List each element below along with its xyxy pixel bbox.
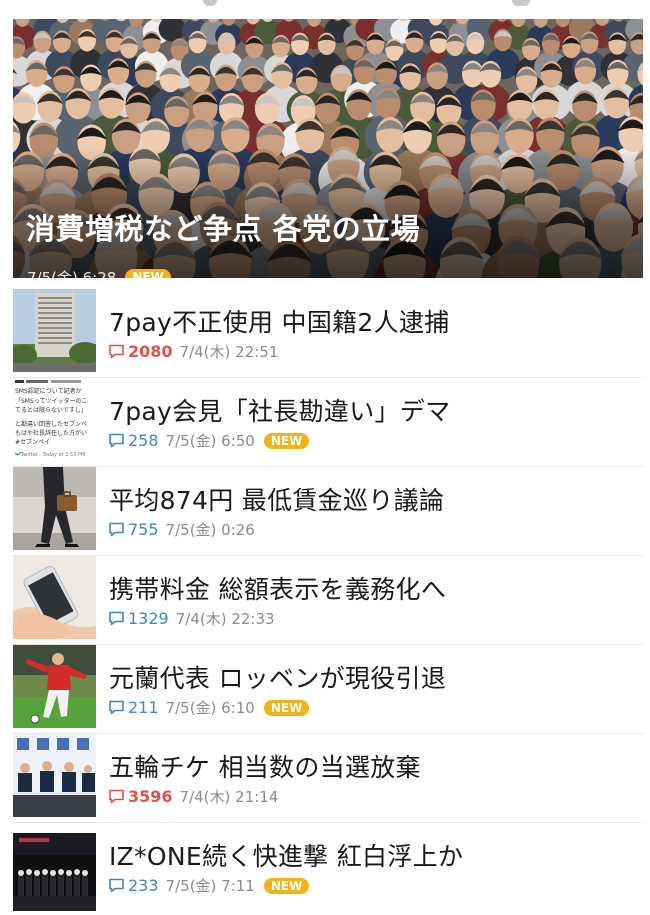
timestamp: 7/5(金) 0:26 — [165, 521, 255, 539]
new-badge: NEW — [263, 432, 310, 449]
hero-meta: 7/5(金) 6:28 NEW — [27, 267, 171, 278]
timestamp: 7/5(金) 7:11 — [165, 877, 255, 895]
new-badge: NEW — [263, 699, 310, 716]
tweet-line: もはや社長辞任した方がい — [15, 429, 87, 437]
comment-icon — [109, 433, 124, 448]
tweet-line: 「SMSってツイッターのこ — [15, 397, 88, 405]
hero-timestamp: 7/5(金) 6:28 — [27, 269, 117, 278]
soccer-player-icon — [13, 645, 96, 728]
tab-icon-stub — [512, 0, 530, 6]
news-meta: 755 7/5(金) 0:26 — [108, 519, 255, 540]
businessman-walking-icon — [13, 467, 96, 550]
news-meta: 233 7/5(金) 7:11 NEW — [108, 875, 310, 896]
comment-icon — [109, 700, 124, 715]
news-title: 平均874円 最低賃金巡り議論 — [109, 486, 445, 515]
thumbnail — [13, 289, 96, 372]
tweet-line: てるとは限らないですし」 — [15, 406, 87, 414]
comment-count: 233 — [128, 876, 159, 895]
news-meta: 211 7/5(金) 6:10 NEW — [108, 697, 310, 718]
tweet-line: と勘違い回答したセブンペ — [15, 420, 87, 428]
news-meta: 1329 7/4(木) 22:33 — [108, 608, 275, 629]
thumbnail — [13, 645, 96, 728]
smartphone-hand-icon — [13, 556, 96, 639]
news-item[interactable]: IZ*ONE続く快進撃 紅白浮上か 233 7/5(金) 7:11 NEW — [13, 823, 643, 915]
thumbnail — [13, 833, 96, 911]
news-meta: 258 7/5(金) 6:50 NEW — [108, 430, 310, 451]
comment-count: 755 — [128, 520, 159, 539]
news-item[interactable]: SMS認証について記者か 「SMSってツイッターのこ てるとは限らないですし」 … — [13, 378, 643, 467]
news-item[interactable]: 平均874円 最低賃金巡り議論 755 7/5(金) 0:26 — [13, 467, 643, 556]
timestamp: 7/5(金) 6:10 — [165, 699, 255, 717]
comment-count: 211 — [128, 698, 159, 717]
news-title: 五輪チケ 相当数の当選放棄 — [109, 753, 421, 782]
news-title: 7pay会見「社長勘違い」デマ — [109, 397, 451, 426]
thumbnail — [13, 734, 96, 817]
timestamp: 7/4(木) 22:33 — [175, 610, 275, 628]
thumbnail — [13, 467, 96, 550]
press-conference-icon — [13, 734, 96, 817]
comment-icon — [109, 344, 124, 359]
timestamp: 7/4(木) 22:51 — [179, 343, 279, 361]
hero-title: 消費増税など争点 各党の立場 — [26, 212, 421, 246]
tweet-hashtag: #セブンペイ — [15, 438, 50, 446]
comment-icon — [109, 522, 124, 537]
idol-group-stage-icon — [13, 833, 96, 911]
news-meta: 3596 7/4(木) 21:14 — [108, 786, 278, 807]
tweet-line: SMS認証について記者か — [15, 387, 82, 395]
top-bar — [0, 0, 650, 20]
timestamp: 7/4(木) 21:14 — [179, 788, 279, 806]
tweet-footer: Twitter · Today at 2:53 PM — [20, 452, 85, 458]
news-title: IZ*ONE続く快進撃 紅白浮上か — [109, 842, 464, 871]
tweet-screenshot-icon: SMS認証について記者か 「SMSってツイッターのこ てるとは限らないですし」 … — [13, 378, 96, 461]
comment-count: 1329 — [128, 609, 169, 628]
comment-icon — [109, 789, 124, 804]
government-building-icon — [13, 289, 96, 372]
new-badge: NEW — [263, 877, 310, 894]
new-badge: NEW — [125, 269, 171, 278]
comment-count: 258 — [128, 431, 159, 450]
news-item[interactable]: 7pay不正使用 中国籍2人逮捕 2080 7/4(木) 22:51 — [13, 289, 643, 378]
thumbnail — [13, 556, 96, 639]
news-item[interactable]: 元蘭代表 ロッベンが現役引退 211 7/5(金) 6:10 NEW — [13, 645, 643, 734]
comment-icon — [109, 611, 124, 626]
comment-count: 3596 — [128, 787, 173, 806]
tab-icon-stub — [203, 0, 217, 6]
timestamp: 7/5(金) 6:50 — [165, 432, 255, 450]
news-meta: 2080 7/4(木) 22:51 — [108, 341, 278, 362]
hero-article[interactable]: 消費増税など争点 各党の立場 7/5(金) 6:28 NEW — [13, 19, 643, 278]
news-title: 7pay不正使用 中国籍2人逮捕 — [109, 308, 450, 337]
news-title: 携帯料金 総額表示を義務化へ — [109, 575, 447, 604]
news-item[interactable]: 携帯料金 総額表示を義務化へ 1329 7/4(木) 22:33 — [13, 556, 643, 645]
comment-icon — [109, 878, 124, 893]
thumbnail: SMS認証について記者か 「SMSってツイッターのこ てるとは限らないですし」 … — [13, 378, 96, 461]
news-title: 元蘭代表 ロッベンが現役引退 — [109, 664, 447, 693]
news-item[interactable]: 五輪チケ 相当数の当選放棄 3596 7/4(木) 21:14 — [13, 734, 643, 823]
comment-count: 2080 — [128, 342, 173, 361]
